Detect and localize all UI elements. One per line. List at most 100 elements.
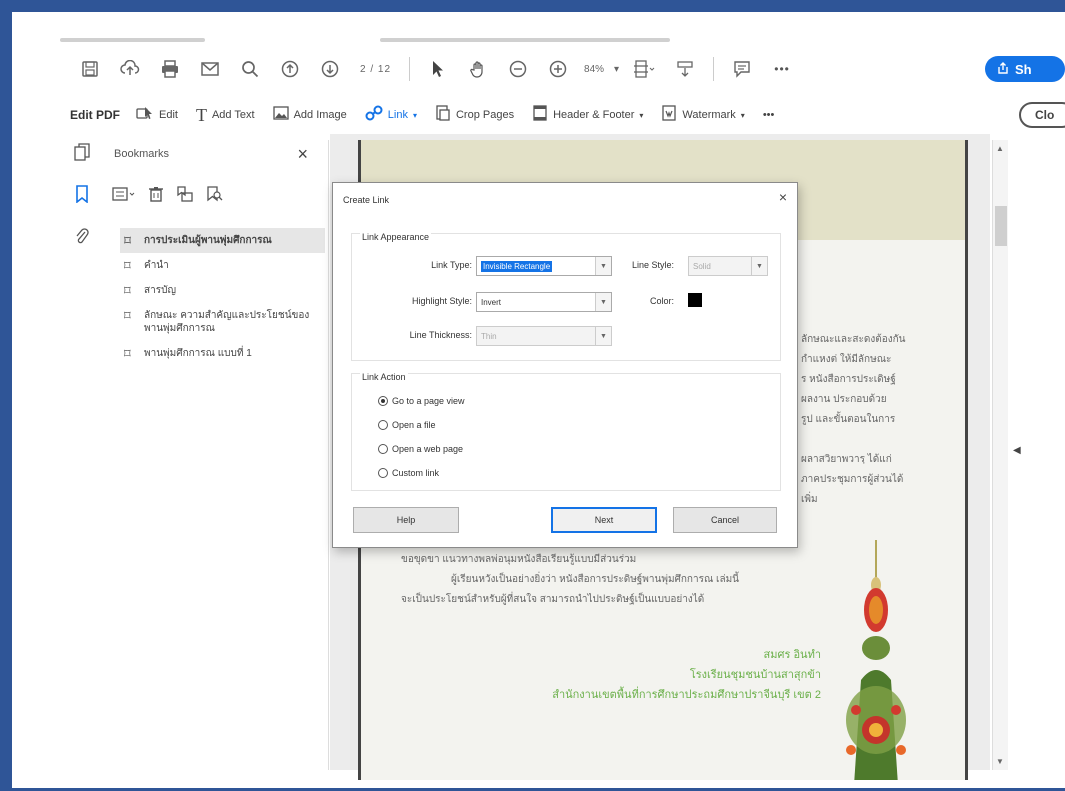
- chevron-down-icon: ▼: [595, 257, 611, 275]
- zoom-out-icon[interactable]: [504, 55, 532, 83]
- attachment-icon[interactable]: [70, 224, 94, 248]
- close-edit-label: Clo: [1035, 108, 1055, 122]
- close-edit-button[interactable]: Clo: [1019, 102, 1065, 128]
- cancel-button-label: Cancel: [710, 515, 739, 525]
- close-icon[interactable]: ×: [297, 144, 308, 165]
- radio-open-a-web-page[interactable]: Open a web page: [378, 444, 463, 454]
- bookmark-item[interactable]: ⌑ คำนำ: [120, 253, 325, 278]
- hand-tool-icon[interactable]: [464, 55, 492, 83]
- link-action-title: Link Action: [360, 372, 408, 382]
- add-text-label: Add Text: [211, 109, 255, 121]
- add-text-button[interactable]: T Add Text: [196, 105, 255, 126]
- bookmark-label: สารบัญ: [144, 285, 176, 296]
- bookmark-icon: ⌑: [124, 308, 131, 323]
- share-button[interactable]: Sh: [985, 56, 1065, 82]
- line-style-select[interactable]: Solid ▼: [688, 256, 768, 276]
- chevron-down-icon: ▾: [740, 110, 745, 120]
- page-text-right: ลักษณะและสะดงต้องกัน กำแหงต่ ให้มีลักษณะ…: [801, 330, 965, 510]
- scroll-mode-icon[interactable]: [671, 55, 699, 83]
- zoom-level-dropdown[interactable]: 84% ▾: [584, 64, 619, 75]
- bookmark-label: ลักษณะ ความสำคัญและประโยชน์ของพานพุ่มศึก…: [144, 310, 310, 334]
- next-button[interactable]: Next: [551, 507, 657, 533]
- signature-name: สมศร อินทำ: [763, 649, 821, 661]
- bookmark-search-icon[interactable]: [206, 186, 224, 207]
- right-panel-toggle-icon[interactable]: ◀: [1013, 445, 1021, 456]
- scrollbar-thumb[interactable]: [995, 206, 1007, 246]
- page-number-field[interactable]: 2 / 12: [360, 64, 391, 75]
- zoom-in-icon[interactable]: [544, 55, 572, 83]
- comment-icon[interactable]: [728, 55, 756, 83]
- chevron-down-icon: ▾: [614, 63, 620, 75]
- radio-button: [378, 468, 388, 478]
- edit-more-options-button[interactable]: •••: [763, 109, 775, 121]
- bookmark-item[interactable]: ⌑ การประเมินผู้พานพุ่มศึกการณ: [120, 228, 325, 253]
- highlight-style-select[interactable]: Invert ▼: [476, 292, 612, 312]
- link-type-select[interactable]: Invisible Rectangle ▼: [476, 256, 612, 276]
- page-fit-icon[interactable]: [631, 55, 659, 83]
- bookmark-label: คำนำ: [144, 260, 169, 271]
- link-label: Link: [387, 109, 408, 121]
- vertical-scrollbar[interactable]: ▲ ▼: [992, 140, 1008, 770]
- radio-go-to-page-view[interactable]: Go to a page view: [378, 396, 465, 406]
- bookmark-item[interactable]: ⌑ พานพุ่มศึกการณ แบบที่ 1: [120, 341, 325, 366]
- line-thickness-select[interactable]: Thin ▼: [476, 326, 612, 346]
- watermark-button[interactable]: Watermark ▾: [661, 104, 745, 126]
- help-button[interactable]: Help: [353, 507, 459, 533]
- highlight-style-label: Highlight Style:: [411, 296, 472, 306]
- page-body-text: ขอขุดขา แนวทางพลพ่อนุมหนังสือเรียนรู้แบบ…: [401, 550, 821, 610]
- next-page-icon[interactable]: [316, 55, 344, 83]
- scroll-up-icon[interactable]: ▲: [996, 144, 1004, 153]
- line-thickness-label: Line Thickness:: [409, 330, 472, 340]
- bookmark-item[interactable]: ⌑ ลักษณะ ความสำคัญและประโยชน์ของพานพุ่มศ…: [120, 303, 325, 341]
- watermark-icon: [661, 104, 677, 126]
- upload-cloud-icon[interactable]: [116, 55, 144, 83]
- print-icon[interactable]: [156, 55, 184, 83]
- text-line: ผู้เรียนหวังเป็นอย่างยิ่งว่า หนังสือการป…: [451, 574, 740, 585]
- more-options-label: •••: [762, 109, 775, 121]
- cancel-button[interactable]: Cancel: [673, 507, 777, 533]
- save-icon[interactable]: [76, 55, 104, 83]
- radio-open-a-file[interactable]: Open a file: [378, 420, 436, 430]
- bookmark-options-icon[interactable]: [112, 186, 136, 207]
- close-icon[interactable]: ×: [779, 189, 787, 205]
- bookmark-label: พานพุ่มศึกการณ แบบที่ 1: [144, 348, 252, 359]
- bookmark-panel-icon[interactable]: [70, 182, 94, 206]
- text-line: ขอขุดขา แนวทางพลพ่อนุมหนังสือเรียนรู้แบบ…: [401, 554, 637, 565]
- bookmark-icon: ⌑: [124, 233, 132, 248]
- radio-custom-link[interactable]: Custom link: [378, 468, 439, 478]
- scroll-down-icon[interactable]: ▼: [996, 757, 1004, 766]
- header-footer-label: Header & Footer: [553, 109, 635, 121]
- link-appearance-title: Link Appearance: [360, 232, 432, 242]
- delete-icon[interactable]: [148, 186, 164, 207]
- left-navigation-rail: [70, 140, 100, 770]
- bookmarks-title: Bookmarks: [114, 148, 170, 160]
- edit-button[interactable]: Edit: [136, 105, 178, 126]
- link-icon: [365, 105, 383, 126]
- color-swatch[interactable]: [688, 293, 702, 307]
- add-image-button[interactable]: Add Image: [272, 105, 347, 125]
- create-link-dialog: Create Link × Link Appearance Link Type:…: [332, 182, 798, 548]
- bookmark-item[interactable]: ⌑ สารบัญ: [120, 278, 325, 303]
- mail-icon[interactable]: [196, 55, 224, 83]
- crop-pages-button[interactable]: Crop Pages: [435, 104, 514, 126]
- color-label: Color:: [649, 296, 674, 306]
- bookmarks-panel: Bookmarks × ⌑ การประเมินผู้พานพุ่มศึกการ…: [104, 140, 329, 770]
- more-options-icon[interactable]: •••: [768, 55, 796, 83]
- new-bookmark-icon[interactable]: [176, 186, 194, 207]
- search-icon[interactable]: [236, 55, 264, 83]
- text-line: รูป และขั้นตอนในการ: [801, 414, 896, 425]
- pages-thumbnail-icon[interactable]: [70, 140, 94, 164]
- radio-button: [378, 444, 388, 454]
- toolbar-separator: [409, 57, 411, 81]
- link-type-label: Link Type:: [431, 260, 472, 270]
- select-cursor-icon[interactable]: [424, 55, 452, 83]
- chevron-down-icon: ▾: [412, 110, 417, 120]
- text-line: จะเป็นประโยชน์สำหรับผู้ที่สนใจ สามารถนำไ…: [401, 594, 705, 605]
- tab-hint-left: [60, 38, 205, 42]
- header-footer-button[interactable]: Header & Footer ▾: [532, 104, 644, 126]
- previous-page-icon[interactable]: [276, 55, 304, 83]
- add-image-label: Add Image: [293, 109, 347, 121]
- link-dropdown-button[interactable]: Link ▾: [365, 105, 417, 126]
- highlight-style-value: Invert: [481, 297, 502, 307]
- chevron-down-icon: ▾: [639, 110, 644, 120]
